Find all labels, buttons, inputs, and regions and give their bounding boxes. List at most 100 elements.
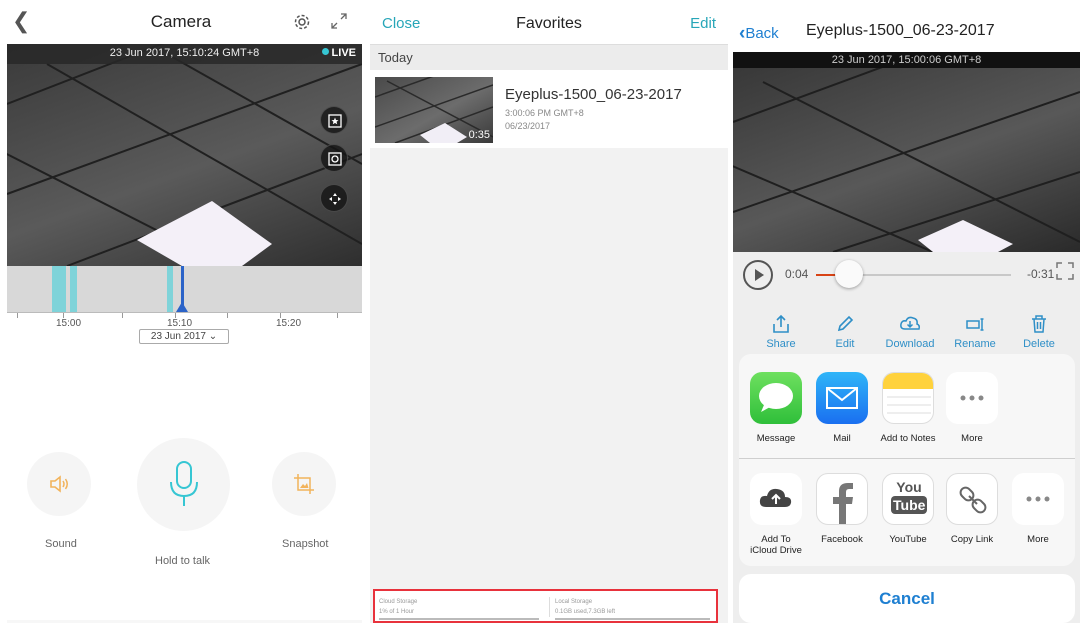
star-box-icon	[328, 114, 342, 128]
elapsed-time: 0:04	[785, 267, 809, 281]
play-button[interactable]	[743, 260, 773, 290]
delete-label: Delete	[1023, 338, 1055, 350]
share-action-label: More	[1027, 534, 1049, 545]
list-item[interactable]: 0:35 Eyeplus-1500_06-23-2017 3:00:06 PM …	[370, 70, 728, 148]
favorites-screen: Close Favorites Edit Today 0:35 Eyeplus-…	[370, 0, 728, 623]
player-header: ‹Back Eyeplus-1500_06-23-2017	[733, 0, 1080, 52]
sound-label: Sound	[45, 538, 77, 550]
local-storage[interactable]: Local Storage 0.1GB used,7.3GB left	[551, 591, 719, 621]
message-icon	[750, 372, 802, 424]
video-frame	[733, 52, 1080, 252]
share-app-more[interactable]: More	[939, 372, 1005, 444]
direction-pad-icon	[329, 193, 341, 205]
divider	[549, 597, 550, 617]
download-label: Download	[885, 338, 935, 350]
facebook-icon	[816, 473, 868, 525]
record-icon	[328, 152, 342, 166]
live-video-view[interactable]: 23 Jun 2017, 15:10:24 GMT+8 LIVE	[7, 44, 362, 266]
cancel-button[interactable]: Cancel	[739, 574, 1075, 623]
video-timestamp: 23 Jun 2017, 15:00:06 GMT+8	[831, 54, 982, 66]
sound-button[interactable]	[27, 452, 91, 516]
share-app-message[interactable]: Message	[743, 372, 809, 444]
date-selector[interactable]: 23 Jun 2017 ⌄	[139, 329, 229, 344]
download-action-button[interactable]: Download	[880, 314, 940, 350]
timeline-clip[interactable]	[70, 266, 77, 312]
share-app-label: Message	[756, 433, 796, 444]
fullscreen-icon[interactable]	[1056, 262, 1074, 280]
cloud-storage-title: Cloud Storage	[379, 599, 418, 605]
video-thumbnail[interactable]: 0:35	[375, 77, 493, 143]
share-app-mail[interactable]: Mail	[809, 372, 875, 444]
recording-date: 06/23/2017	[505, 121, 551, 131]
progress-fill	[816, 274, 837, 276]
share-sheet: Message Mail Add to Notes More Add To iC…	[739, 354, 1075, 566]
storage-summary: Cloud Storage 1% of 1 Hour Local Storage…	[373, 589, 718, 623]
share-app-label: Add to Notes	[880, 433, 936, 444]
link-icon	[946, 473, 998, 525]
local-storage-title: Local Storage	[555, 599, 593, 605]
share-action-facebook[interactable]: Facebook	[809, 473, 875, 545]
cursor-pointer-icon	[176, 302, 188, 312]
page-title: Favorites	[516, 15, 582, 32]
video-timestamp: 23 Jun 2017, 15:10:24 GMT+8	[109, 47, 260, 59]
more-icon	[946, 372, 998, 424]
live-badge: LIVE	[321, 47, 356, 59]
cloud-download-icon	[900, 316, 920, 330]
more-icon	[1012, 473, 1064, 525]
share-action-icloud[interactable]: Add To iCloud Drive	[743, 473, 809, 556]
edit-action-button[interactable]: Edit	[815, 314, 875, 350]
tick-label: 15:20	[276, 318, 302, 329]
speaker-icon	[50, 475, 68, 493]
youtube-icon: You Tube	[882, 473, 934, 525]
cloud-storage-detail: 1% of 1 Hour	[379, 609, 415, 615]
share-app-notes[interactable]: Add to Notes	[875, 372, 941, 444]
youtube-logo: You Tube	[891, 478, 928, 514]
edit-button[interactable]: Edit	[690, 15, 716, 32]
share-action-youtube[interactable]: You Tube YouTube	[875, 473, 941, 545]
tick-label: 15:00	[56, 318, 82, 329]
hold-to-talk-button[interactable]	[137, 438, 230, 531]
live-label: LIVE	[331, 47, 356, 59]
share-icon	[773, 314, 789, 333]
icloud-upload-icon	[750, 473, 802, 525]
share-action-copy-link[interactable]: Copy Link	[939, 473, 1005, 545]
live-dot-icon	[321, 48, 329, 55]
share-app-label: More	[961, 433, 983, 444]
camera-header: ❮ Camera	[0, 0, 362, 44]
share-action-label: Facebook	[821, 534, 863, 545]
cloud-usage-bar	[379, 618, 539, 620]
share-app-label: Mail	[833, 433, 851, 444]
timestamp-bar: 23 Jun 2017, 15:10:24 GMT+8 LIVE	[7, 44, 362, 64]
tick-label: 15:10	[167, 318, 193, 329]
remaining-time: -0:31	[1027, 267, 1055, 281]
gear-icon[interactable]	[292, 12, 312, 32]
youtube-logo-tube: Tube	[891, 496, 928, 514]
record-button[interactable]	[320, 144, 348, 172]
recording-timeline[interactable]	[7, 266, 362, 312]
hold-to-talk-label: Hold to talk	[155, 555, 211, 567]
rename-action-button[interactable]: Rename	[945, 314, 1005, 350]
camera-screen: ❮ Camera 23 Jun 2017, 15:10:24 GMT+8 LIV…	[0, 0, 362, 623]
share-action-button[interactable]: Share	[751, 314, 811, 350]
share-action-more[interactable]: More	[1005, 473, 1071, 545]
timeline-clip[interactable]	[167, 266, 173, 312]
back-button[interactable]: ‹Back	[739, 23, 779, 45]
duration-label: 0:35	[468, 129, 490, 141]
expand-icon[interactable]	[330, 12, 348, 30]
play-icon	[755, 269, 764, 281]
section-label: Today	[378, 50, 413, 65]
crop-image-icon	[294, 474, 314, 494]
microphone-icon	[170, 461, 198, 506]
favorite-record-button[interactable]	[320, 106, 348, 134]
snapshot-button[interactable]	[272, 452, 336, 516]
delete-action-button[interactable]: Delete	[1009, 314, 1069, 350]
notes-icon	[882, 372, 934, 424]
back-label: Back	[745, 25, 779, 42]
slider-thumb[interactable]	[835, 260, 863, 288]
rename-icon	[966, 318, 984, 331]
cloud-storage[interactable]: Cloud Storage 1% of 1 Hour	[375, 591, 547, 621]
playback-video-view[interactable]: 23 Jun 2017, 15:00:06 GMT+8	[733, 52, 1080, 252]
pan-tilt-button[interactable]	[320, 184, 348, 212]
divider	[739, 458, 1075, 459]
timeline-clip[interactable]	[52, 266, 66, 312]
